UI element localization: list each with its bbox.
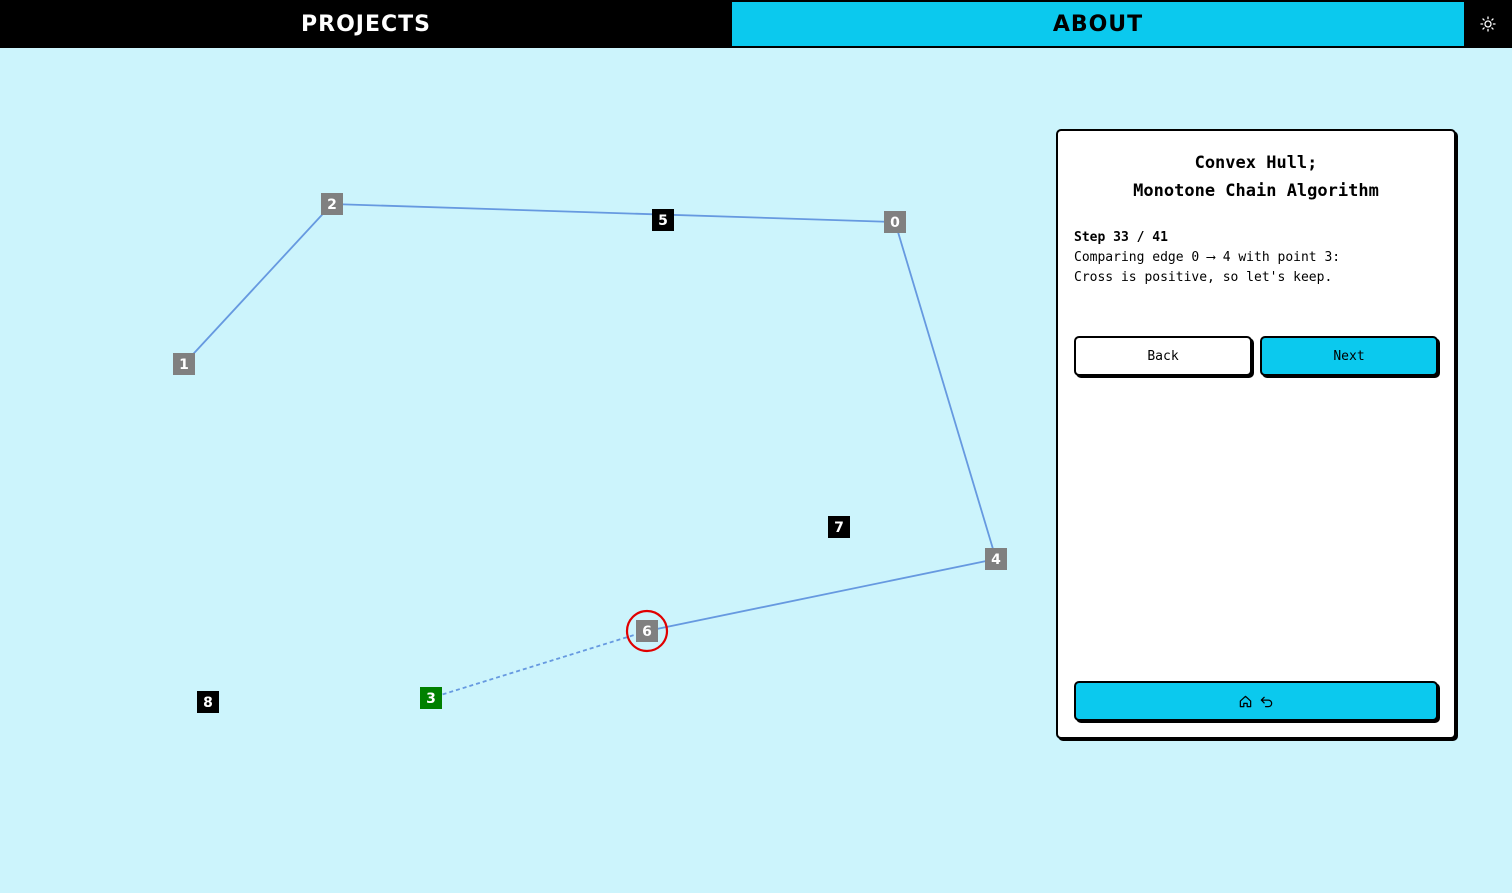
point-8: 8 <box>197 691 219 713</box>
point-7: 7 <box>828 516 850 538</box>
panel-title-line1: Convex Hull; <box>1194 153 1318 173</box>
edge-2-0 <box>331 203 896 223</box>
next-button[interactable]: Next <box>1260 336 1438 376</box>
points-layer: 0 1 2 3 4 5 6 7 8 <box>173 193 1007 713</box>
point-6: 6 <box>636 620 658 642</box>
point-label: 0 <box>890 215 900 231</box>
point-label: 1 <box>179 357 189 373</box>
point-4: 4 <box>985 548 1007 570</box>
hull-edges <box>183 203 997 699</box>
algorithm-panel: Convex Hull; Monotone Chain Algorithm St… <box>1056 129 1456 739</box>
home-undo-button[interactable] <box>1074 681 1438 721</box>
point-label: 8 <box>203 695 213 711</box>
sun-icon <box>1480 16 1496 32</box>
panel-title-line2: Monotone Chain Algorithm <box>1133 181 1379 201</box>
point-label: 2 <box>327 197 337 213</box>
point-label: 5 <box>658 213 668 229</box>
tab-projects[interactable]: PROJECTS <box>0 0 732 48</box>
point-5: 5 <box>652 209 674 231</box>
edge-1-2 <box>183 203 333 365</box>
home-icon <box>1239 695 1252 707</box>
top-nav: PROJECTS ABOUT <box>0 0 1512 48</box>
point-3: 3 <box>420 687 442 709</box>
edge-4-6 <box>646 558 997 632</box>
edge-6-3-candidate <box>430 630 648 699</box>
tab-about[interactable]: ABOUT <box>732 2 1464 46</box>
back-button[interactable]: Back <box>1074 336 1252 376</box>
point-label: 4 <box>991 552 1001 568</box>
point-label: 7 <box>834 520 844 536</box>
step-info: Step 33 / 41 Comparing edge 0 ⟶ 4 with p… <box>1074 228 1340 288</box>
step-counter: Step 33 / 41 <box>1074 230 1168 245</box>
theme-toggle-button[interactable] <box>1464 0 1512 48</box>
undo-icon <box>1260 696 1273 707</box>
point-2: 2 <box>321 193 343 215</box>
point-1: 1 <box>173 353 195 375</box>
step-description-line1: Comparing edge 0 ⟶ 4 with point 3: <box>1074 250 1341 265</box>
point-label: 6 <box>642 624 652 640</box>
panel-title: Convex Hull; Monotone Chain Algorithm <box>1058 149 1454 205</box>
point-label: 3 <box>426 691 436 707</box>
point-0: 0 <box>884 211 906 233</box>
step-description-line2: Cross is positive, so let's keep. <box>1074 270 1333 285</box>
edge-0-4 <box>894 221 997 560</box>
